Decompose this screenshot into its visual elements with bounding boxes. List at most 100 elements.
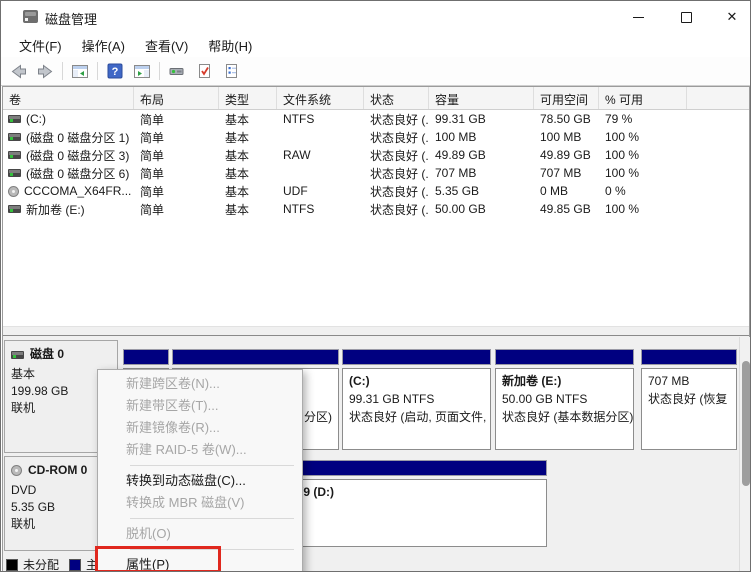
volume-capacity: 707 MB [435, 166, 477, 180]
menu-item-new-mirrored-volume[interactable]: 新建镜像卷(R)... [98, 417, 302, 439]
volume-row-e[interactable]: 新加卷 (E:) 简单 基本 NTFS 状态良好 (... 50.00 GB 4… [3, 200, 750, 218]
menu-file[interactable]: 文件(F) [9, 34, 72, 57]
partition-strip [123, 349, 169, 365]
column-header-volume[interactable]: 卷 [3, 87, 134, 109]
devices-icon[interactable] [167, 61, 187, 81]
volume-type: 基本 [225, 130, 250, 145]
volume-layout: 简单 [140, 112, 165, 127]
cd-icon [8, 185, 19, 197]
volume-row-part6[interactable]: (磁盘 0 磁盘分区 6) 简单 基本 状态良好 (... 707 MB 707… [3, 164, 750, 182]
volume-fs: NTFS [283, 112, 315, 126]
menu-view[interactable]: 查看(V) [135, 34, 198, 57]
toolbar: ? [1, 57, 750, 86]
volume-status: 状态良好 (... [370, 112, 429, 127]
volume-free: 0 MB [540, 184, 569, 198]
menu-item-new-striped-volume[interactable]: 新建带区卷(T)... [98, 395, 302, 417]
volume-layout: 简单 [140, 184, 165, 199]
column-header-free[interactable]: 可用空间 [534, 87, 599, 109]
volume-capacity: 100 MB [435, 130, 477, 144]
column-header-capacity[interactable]: 容量 [429, 87, 534, 109]
volume-type: 基本 [225, 166, 250, 181]
column-header-layout[interactable]: 布局 [134, 87, 219, 109]
hdd-icon [8, 205, 21, 213]
menu-item-new-raid5-volume[interactable]: 新建 RAID-5 卷(W)... [98, 439, 302, 461]
menu-item-new-spanned-volume[interactable]: 新建跨区卷(N)... [98, 373, 302, 395]
menu-item-offline[interactable]: 脱机(O) [98, 523, 302, 545]
column-header-type[interactable]: 类型 [219, 87, 277, 109]
back-icon[interactable] [8, 61, 28, 81]
minimize-button[interactable] [621, 5, 655, 29]
volume-free: 49.85 GB [540, 202, 591, 216]
close-button[interactable]: ✕ [715, 5, 749, 29]
volume-row-part1[interactable]: (磁盘 0 磁盘分区 1) 简单 基本 状态良好 (... 100 MB 100… [3, 128, 750, 146]
toolbar-separator [97, 62, 98, 80]
volume-pct: 100 % [605, 148, 640, 162]
window-title: 磁盘管理 [45, 12, 98, 27]
volume-fs: UDF [283, 184, 308, 198]
volume-row-part3[interactable]: (磁盘 0 磁盘分区 3) 简单 基本 RAW 状态良好 (... 49.89 … [3, 146, 750, 164]
volume-status: 状态良好 (... [370, 166, 429, 181]
volume-list-pane: 卷 布局 类型 文件系统 状态 容量 可用空间 % 可用 (C:) 简单 基本 … [3, 87, 750, 326]
checklist-icon[interactable] [221, 61, 241, 81]
check-document-icon[interactable] [194, 61, 214, 81]
menu-bar: 文件(F) 操作(A) 查看(V) 帮助(H) [1, 33, 750, 57]
volume-fs: NTFS [283, 202, 315, 216]
hdd-icon [11, 350, 24, 359]
partition-c[interactable]: (C:) 99.31 GB NTFS 状态良好 (启动, 页面文件, [342, 349, 491, 452]
scrollbar-thumb[interactable] [742, 361, 750, 486]
column-header-filesystem[interactable]: 文件系统 [277, 87, 364, 109]
partition-size: 707 MB [648, 374, 690, 388]
volume-status: 状态良好 (... [370, 130, 429, 145]
volume-type: 基本 [225, 112, 250, 127]
volume-row-c[interactable]: (C:) 简单 基本 NTFS 状态良好 (... 99.31 GB 78.50… [3, 110, 750, 128]
volume-row-cccoma[interactable]: CCCOMA_X64FR... 简单 基本 UDF 状态良好 (... 5.35… [3, 182, 750, 200]
pane-splitter[interactable] [3, 326, 750, 336]
partition-status: 状态良好 (恢复 [648, 392, 728, 406]
partition-status: 状态良好 (基本数据分区) [502, 410, 634, 424]
volume-layout: 简单 [140, 148, 165, 163]
volume-type: 基本 [225, 148, 250, 163]
volume-name: (磁盘 0 磁盘分区 6) [26, 166, 130, 181]
volume-status: 状态良好 (... [370, 148, 429, 163]
vertical-scrollbar[interactable] [739, 337, 750, 571]
disk-context-menu: 新建跨区卷(N)... 新建带区卷(T)... 新建镜像卷(R)... 新建 R… [97, 369, 303, 571]
volume-capacity: 99.31 GB [435, 112, 486, 126]
volume-capacity: 50.00 GB [435, 202, 486, 216]
column-header-status[interactable]: 状态 [364, 87, 429, 109]
volume-status: 状态良好 (... [370, 184, 429, 199]
legend-label: 未分配 [23, 558, 60, 572]
console-tree-icon[interactable] [70, 61, 90, 81]
partition-strip [342, 349, 491, 365]
volume-capacity: 5.35 GB [435, 184, 480, 198]
volume-free: 49.89 GB [540, 148, 591, 162]
menu-action[interactable]: 操作(A) [72, 34, 135, 57]
menu-help[interactable]: 帮助(H) [198, 34, 262, 57]
volume-name: (磁盘 0 磁盘分区 1) [26, 130, 130, 145]
partition-clipped-text: 分区) [304, 410, 332, 424]
annotation-highlight-properties [95, 546, 221, 571]
maximize-button[interactable] [669, 5, 703, 29]
toolbar-separator [159, 62, 160, 80]
help-icon[interactable]: ? [105, 61, 125, 81]
volume-layout: 简单 [140, 130, 165, 145]
action-pane-icon[interactable] [132, 61, 152, 81]
volume-pct: 0 % [605, 184, 626, 198]
cd-icon [11, 465, 22, 476]
forward-icon[interactable] [35, 61, 55, 81]
volume-name: (C:) [26, 112, 46, 126]
hdd-icon [8, 151, 21, 159]
unallocated-swatch [6, 558, 18, 571]
menu-item-convert-to-dynamic[interactable]: 转换到动态磁盘(C)... [98, 470, 302, 492]
menu-separator [130, 518, 294, 519]
menu-item-convert-to-mbr[interactable]: 转换成 MBR 磁盘(V) [98, 492, 302, 514]
volume-layout: 简单 [140, 166, 165, 181]
volume-type: 基本 [225, 202, 250, 217]
volume-capacity: 49.89 GB [435, 148, 486, 162]
partition-e[interactable]: 新加卷 (E:) 50.00 GB NTFS 状态良好 (基本数据分区) [495, 349, 634, 452]
volume-pct: 100 % [605, 130, 640, 144]
column-header-pct-free[interactable]: % 可用 [599, 87, 687, 109]
volume-pct: 100 % [605, 202, 640, 216]
partition-recovery[interactable]: 707 MB 状态良好 (恢复 [641, 349, 737, 452]
volume-type: 基本 [225, 184, 250, 199]
primary-partition-swatch [69, 558, 82, 571]
